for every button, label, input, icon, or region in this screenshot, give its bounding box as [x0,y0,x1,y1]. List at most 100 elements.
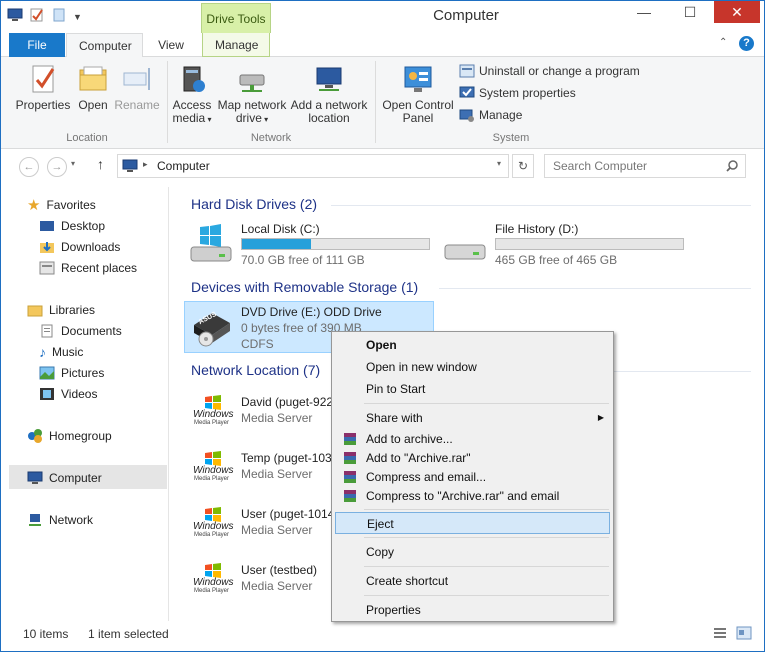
network-item-name: Temp (puget-103 [241,451,332,465]
network-item-name: User (puget-1014 [241,507,335,521]
tab-file[interactable]: File [9,33,65,57]
tab-manage[interactable]: Manage [202,33,270,57]
selection-count: 1 item selected [88,627,169,641]
help-icon[interactable]: ? [739,36,754,51]
group-label-location: Location [66,132,108,144]
uninstall-program-button[interactable]: Uninstall or change a program [459,63,640,79]
group-label-network: Network [250,132,292,144]
collapse-ribbon-icon[interactable]: ⌃ [719,37,727,48]
menu-item-open[interactable]: Open [335,334,610,356]
menu-item-properties[interactable]: Properties [335,599,610,621]
close-button[interactable]: ✕ [714,1,760,23]
nav-pane-splitter[interactable] [168,187,169,621]
windows-drive-icon [190,224,232,262]
drive-name: Local Disk (C:) [241,222,320,236]
section-hard-disk-drives[interactable]: Hard Disk Drives (2) [191,196,317,212]
rename-icon [121,63,153,95]
details-view-icon[interactable] [713,627,727,639]
winrar-icon [344,471,356,483]
menu-item-share-with[interactable]: Share with ▶ [335,407,610,429]
network-item[interactable]: Windows Media Player Temp (puget-103 Media … [189,449,332,495]
nav-network[interactable]: Network [27,509,93,530]
nav-favorites[interactable]: ★ Favorites [27,194,96,215]
section-removable-storage[interactable]: Devices with Removable Storage (1) [191,279,418,295]
drive-tools-context-label: Drive Tools [201,3,271,33]
nav-recent-places[interactable]: Recent places [39,257,137,278]
nav-desktop[interactable]: Desktop [39,215,105,236]
nav-libraries[interactable]: Libraries [27,299,95,320]
properties-button[interactable]: Properties [13,63,73,112]
rename-button[interactable]: Rename [113,63,161,112]
maximize-button[interactable]: ☐ [667,1,713,23]
open-control-panel-button[interactable]: Open Control Panel [379,63,457,125]
open-folder-icon [77,63,109,95]
submenu-arrow-icon: ▶ [597,413,604,422]
refresh-button[interactable]: ↻ [512,154,534,178]
menu-separator [364,595,609,596]
search-icon[interactable] [726,160,738,172]
open-button[interactable]: Open [75,63,111,112]
menu-item-eject[interactable]: Eject [335,512,610,534]
windows-media-player-logo-icon: Windows Media Player [193,393,233,429]
back-button[interactable]: ← [19,157,39,177]
menu-separator [364,566,609,567]
network-drive-icon [236,63,268,95]
nav-homegroup[interactable]: Homegroup [27,425,112,446]
manage-button[interactable]: Manage [459,107,522,123]
explorer-window: ▼ Computer Drive Tools — ☐ ✕ File Comput… [0,0,765,652]
nav-music[interactable]: ♪ Music [39,341,83,362]
libraries-icon [27,305,43,316]
drive-item-c[interactable]: Local Disk (C:) 70.0 GB free of 111 GB [187,221,432,271]
media-server-icon [176,63,208,95]
menu-item-open-new-window[interactable]: Open in new window [335,356,610,378]
section-divider [331,205,751,206]
drive-item-d[interactable]: File History (D:) 465 GB free of 465 GB [441,221,686,271]
section-network-location[interactable]: Network Location (7) [191,362,320,378]
system-properties-button[interactable]: System properties [459,85,576,101]
address-dropdown-icon[interactable]: ▾ [497,159,501,168]
breadcrumb-chevron-icon[interactable]: ▸ [143,159,148,170]
network-item-type: Media Server [241,411,313,425]
breadcrumb[interactable]: Computer [157,159,210,173]
up-button[interactable]: ↑ [97,156,104,172]
windows-media-player-logo-icon: Windows Media Player [193,505,233,541]
recent-places-icon [39,261,55,274]
drive-free-space: 465 GB free of 465 GB [495,253,618,267]
menu-item-copy[interactable]: Copy [335,541,610,563]
add-network-location-button[interactable]: Add a network location [289,63,369,125]
menu-item-create-shortcut[interactable]: Create shortcut [335,570,610,592]
tab-computer[interactable]: Computer [66,33,143,58]
minimize-button[interactable]: — [621,1,667,23]
search-input[interactable]: Search Computer [544,154,746,178]
nav-pictures[interactable]: Pictures [39,362,104,383]
tiles-view-icon[interactable] [736,626,752,640]
network-item[interactable]: Windows Media Player User (testbed) Media S… [189,561,329,607]
desktop-icon [40,220,54,231]
access-media-button[interactable]: Access media ▾ [171,63,213,126]
map-network-drive-button[interactable]: Map network drive ▾ [215,63,289,126]
drive-file-system: CDFS [241,337,274,351]
menu-separator [364,509,609,510]
recent-locations-icon[interactable]: ▾ [71,159,75,168]
documents-icon [41,324,53,337]
drive-free-space: 70.0 GB free of 111 GB [241,253,365,267]
network-item-name: David (puget-922 [241,395,334,409]
item-count: 10 items [23,627,69,641]
windows-media-player-logo-icon: Windows Media Player [193,561,233,597]
windows-media-player-logo-icon: Windows Media Player [193,449,233,485]
nav-videos[interactable]: Videos [39,383,97,404]
nav-computer[interactable]: Computer [27,467,102,488]
nav-documents[interactable]: Documents [39,320,122,341]
network-item[interactable]: Windows Media Player User (puget-1014 Media… [189,505,334,551]
tab-view[interactable]: View [146,33,196,57]
menu-item-pin-to-start[interactable]: Pin to Start [335,378,610,400]
nav-downloads[interactable]: Downloads [39,236,120,257]
control-panel-icon [402,63,434,95]
section-divider [439,288,751,289]
menu-item-compress-rar-and-email[interactable]: Compress to "Archive.rar" and email [335,485,610,507]
network-item-type: Media Server [241,467,313,481]
group-separator [167,61,168,143]
forward-button[interactable]: → [47,157,67,177]
address-bar[interactable]: ▸ Computer [117,154,509,178]
network-item[interactable]: Windows Media Player David (puget-922 Media… [189,393,333,439]
